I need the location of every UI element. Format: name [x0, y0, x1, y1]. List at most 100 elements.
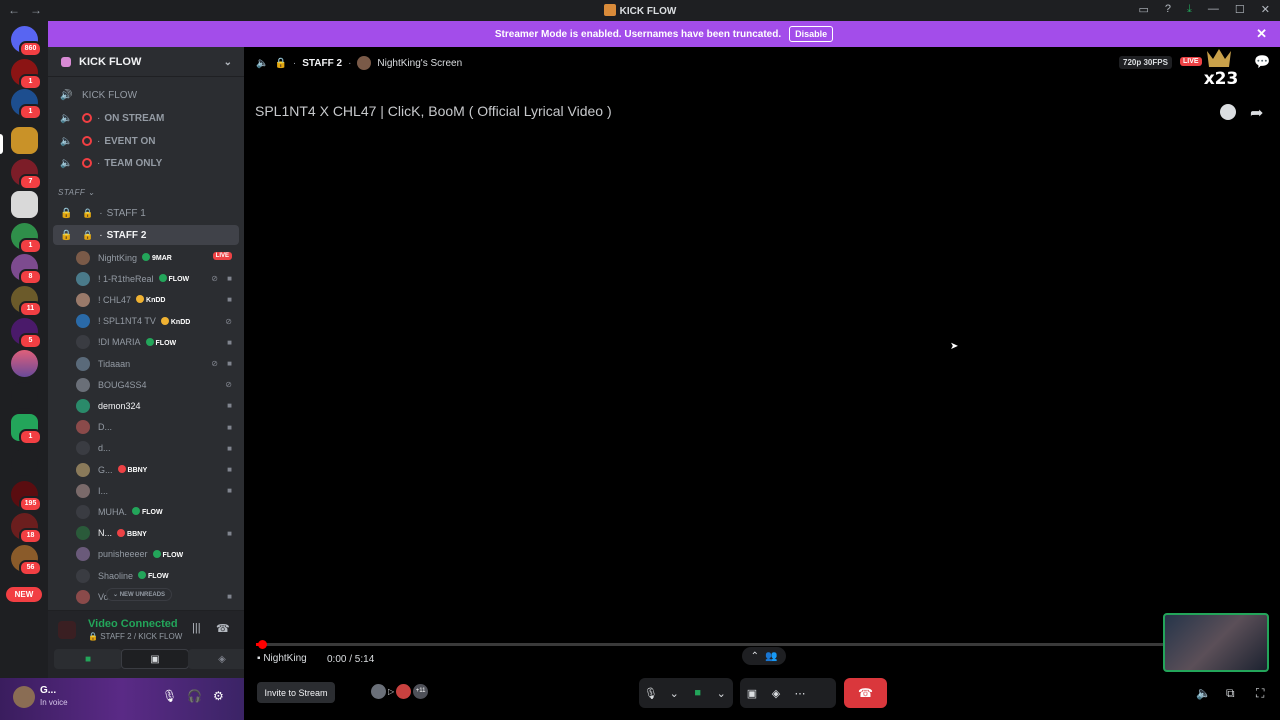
maximize-icon[interactable]: ☐	[1235, 3, 1245, 16]
new-unreads-pill[interactable]: ⌄ NEW UNREADS	[106, 588, 173, 601]
server-icon[interactable]: 8	[11, 254, 42, 285]
video-progress-bar[interactable]	[256, 640, 1164, 649]
screen-share-icon[interactable]: ▭	[1139, 3, 1149, 16]
clan-tag-text: FLOW	[155, 339, 177, 347]
viewer-avatars[interactable]: ▷ +11	[371, 684, 429, 699]
camera-icon[interactable]: ■	[686, 681, 710, 705]
server-icon[interactable]: 1	[11, 223, 42, 254]
voice-user[interactable]: I... ■	[76, 480, 238, 501]
camera-button[interactable]: ■	[54, 649, 122, 669]
microphone-icon[interactable]: 🎙	[639, 681, 663, 705]
download-icon[interactable]: ⤓	[1187, 3, 1192, 16]
voice-user[interactable]: N... BBNY ■	[76, 523, 238, 544]
microphone-icon[interactable]: 🎙	[162, 689, 177, 703]
volume-icon[interactable]: 🔈	[1196, 686, 1211, 700]
voice-user[interactable]: !DI MARIA FLOW ■	[76, 332, 238, 353]
lock-icon: 🔒	[274, 57, 287, 69]
server-icon[interactable]: 1	[11, 59, 42, 90]
voice-location[interactable]: 🔒 STAFF 2 / KICK FLOW	[88, 632, 182, 641]
new-badge[interactable]: NEW	[6, 587, 42, 602]
voice-user[interactable]: BOUG4SS4 ⊘	[76, 374, 238, 395]
channel-staff1[interactable]: 🔒 🔒 · STAFF 1	[53, 203, 239, 223]
voice-user[interactable]: G... BBNY ■	[76, 459, 238, 480]
server-icon[interactable]: 5	[11, 318, 42, 349]
clan-tag-text: FLOW	[162, 551, 184, 559]
muted-icon: ⊘	[211, 274, 218, 284]
voice-user[interactable]: d... ■	[76, 438, 238, 459]
voice-user[interactable]: MUHA. FLOW	[76, 501, 238, 522]
progress-knob[interactable]	[257, 640, 267, 649]
voice-user[interactable]: Tidaaan ■ ⊘	[76, 353, 238, 374]
voice-user[interactable]: ! SPL1NT4 TV KnDD ⊘	[76, 311, 238, 332]
unread-badge: 5	[19, 333, 42, 349]
voice-user[interactable]: ! CHL47 KnDD ■	[76, 289, 238, 310]
more-icon[interactable]: ⋯	[788, 681, 812, 705]
avatar	[76, 398, 90, 413]
folder-icon[interactable]	[11, 449, 38, 476]
fullscreen-icon[interactable]: ⛶	[1256, 686, 1264, 701]
voice-status[interactable]: Video Connected	[88, 618, 178, 630]
voice-user[interactable]: NightKing 9MAR LIVE	[76, 247, 238, 268]
chevron-down-icon[interactable]: ⌄	[224, 57, 232, 68]
stream-thumbnail[interactable]	[1163, 613, 1269, 672]
gamepad-icon[interactable]: ◈	[764, 681, 788, 705]
disable-button[interactable]: Disable	[789, 26, 834, 42]
video-title: SPL1NT4 X CHL47 | ClicK, BooM ( Official…	[255, 103, 612, 119]
close-window-icon[interactable]: ✕	[1261, 3, 1270, 16]
screen-share-icon[interactable]: ▣	[740, 681, 764, 705]
channel-kickflow[interactable]: 🔊 KICK FLOW	[53, 85, 239, 105]
disconnect-icon[interactable]: ☎	[216, 622, 230, 635]
server-icon[interactable]: 56	[11, 545, 42, 576]
share-icon[interactable]: ➦	[1250, 103, 1263, 123]
avatar	[76, 568, 90, 583]
chevron-down-icon[interactable]: ⌄	[710, 681, 734, 705]
channel-on-stream[interactable]: 🔈 · ON STREAM	[53, 108, 239, 128]
noise-suppression-icon[interactable]: |||	[192, 622, 201, 634]
voice-user[interactable]: D... ■	[76, 417, 238, 438]
minimize-icon[interactable]: —	[1208, 3, 1219, 16]
voice-user-name: NightKing	[98, 252, 138, 263]
screen-share-button[interactable]: ▣	[121, 649, 189, 669]
server-icon[interactable]: 1	[11, 414, 42, 445]
server-icon[interactable]: 1	[11, 89, 42, 120]
category-staff[interactable]: STAFF ⌄	[58, 188, 95, 197]
channel-event-on[interactable]: 🔈 · EVENT ON	[53, 131, 239, 151]
chevron-down-icon[interactable]: ⌄	[663, 681, 687, 705]
server-icon[interactable]: 7	[11, 159, 42, 190]
server-icon-kickflow[interactable]	[11, 127, 38, 154]
voice-user[interactable]: Shaoline FLOW	[76, 565, 238, 586]
server-icon[interactable]	[11, 382, 38, 409]
invite-to-stream-button[interactable]: Invite to Stream	[257, 682, 335, 703]
help-icon[interactable]: ?	[1165, 3, 1171, 16]
clan-tag-icon	[117, 465, 126, 473]
channel-staff2[interactable]: 🔒 🔒 · STAFF 2	[53, 225, 239, 245]
server-icon[interactable]	[11, 350, 38, 377]
server-icon-home[interactable]: 860	[11, 26, 42, 57]
channel-label: TEAM ONLY	[104, 157, 163, 169]
guild-header[interactable]: KICK FLOW ⌄	[48, 47, 244, 77]
muted-icon: ⊘	[225, 380, 232, 390]
voice-user[interactable]: demon324 ■	[76, 395, 238, 416]
clan-tag-text: FLOW	[142, 509, 163, 517]
channel-team-only[interactable]: 🔈 · TEAM ONLY	[53, 153, 239, 173]
server-icon[interactable]: 11	[11, 286, 42, 317]
voice-user[interactable]: punisheeeer FLOW	[76, 544, 238, 565]
clock-icon[interactable]	[1220, 104, 1236, 120]
server-rail: 860 1 1 7 1 8 11 5 1 195 18 56 NEW	[0, 21, 48, 720]
server-icon[interactable]	[11, 191, 38, 218]
expand-viewers-button[interactable]: ⌃ 👥	[742, 647, 786, 665]
close-icon[interactable]: ✕	[1256, 26, 1267, 42]
end-call-button[interactable]: ☎	[844, 678, 887, 708]
server-icon[interactable]: 18	[11, 513, 42, 544]
username[interactable]: G...	[40, 685, 56, 696]
voice-user[interactable]: ! 1-R1theReal FLOW ■ ⊘	[76, 268, 238, 289]
server-icon[interactable]: 195	[11, 481, 42, 512]
voice-user-name: ! SPL1NT4 TV	[98, 316, 156, 327]
popout-icon[interactable]: ⧉	[1226, 686, 1235, 701]
people-icon: 👥	[764, 650, 778, 662]
gear-icon[interactable]: ⚙	[213, 689, 224, 703]
headphones-icon[interactable]: 🎧	[187, 689, 202, 703]
avatar[interactable]	[13, 686, 35, 708]
voice-user-name: ! 1-R1theReal	[98, 273, 154, 284]
chat-icon[interactable]: 💬	[1254, 54, 1270, 70]
